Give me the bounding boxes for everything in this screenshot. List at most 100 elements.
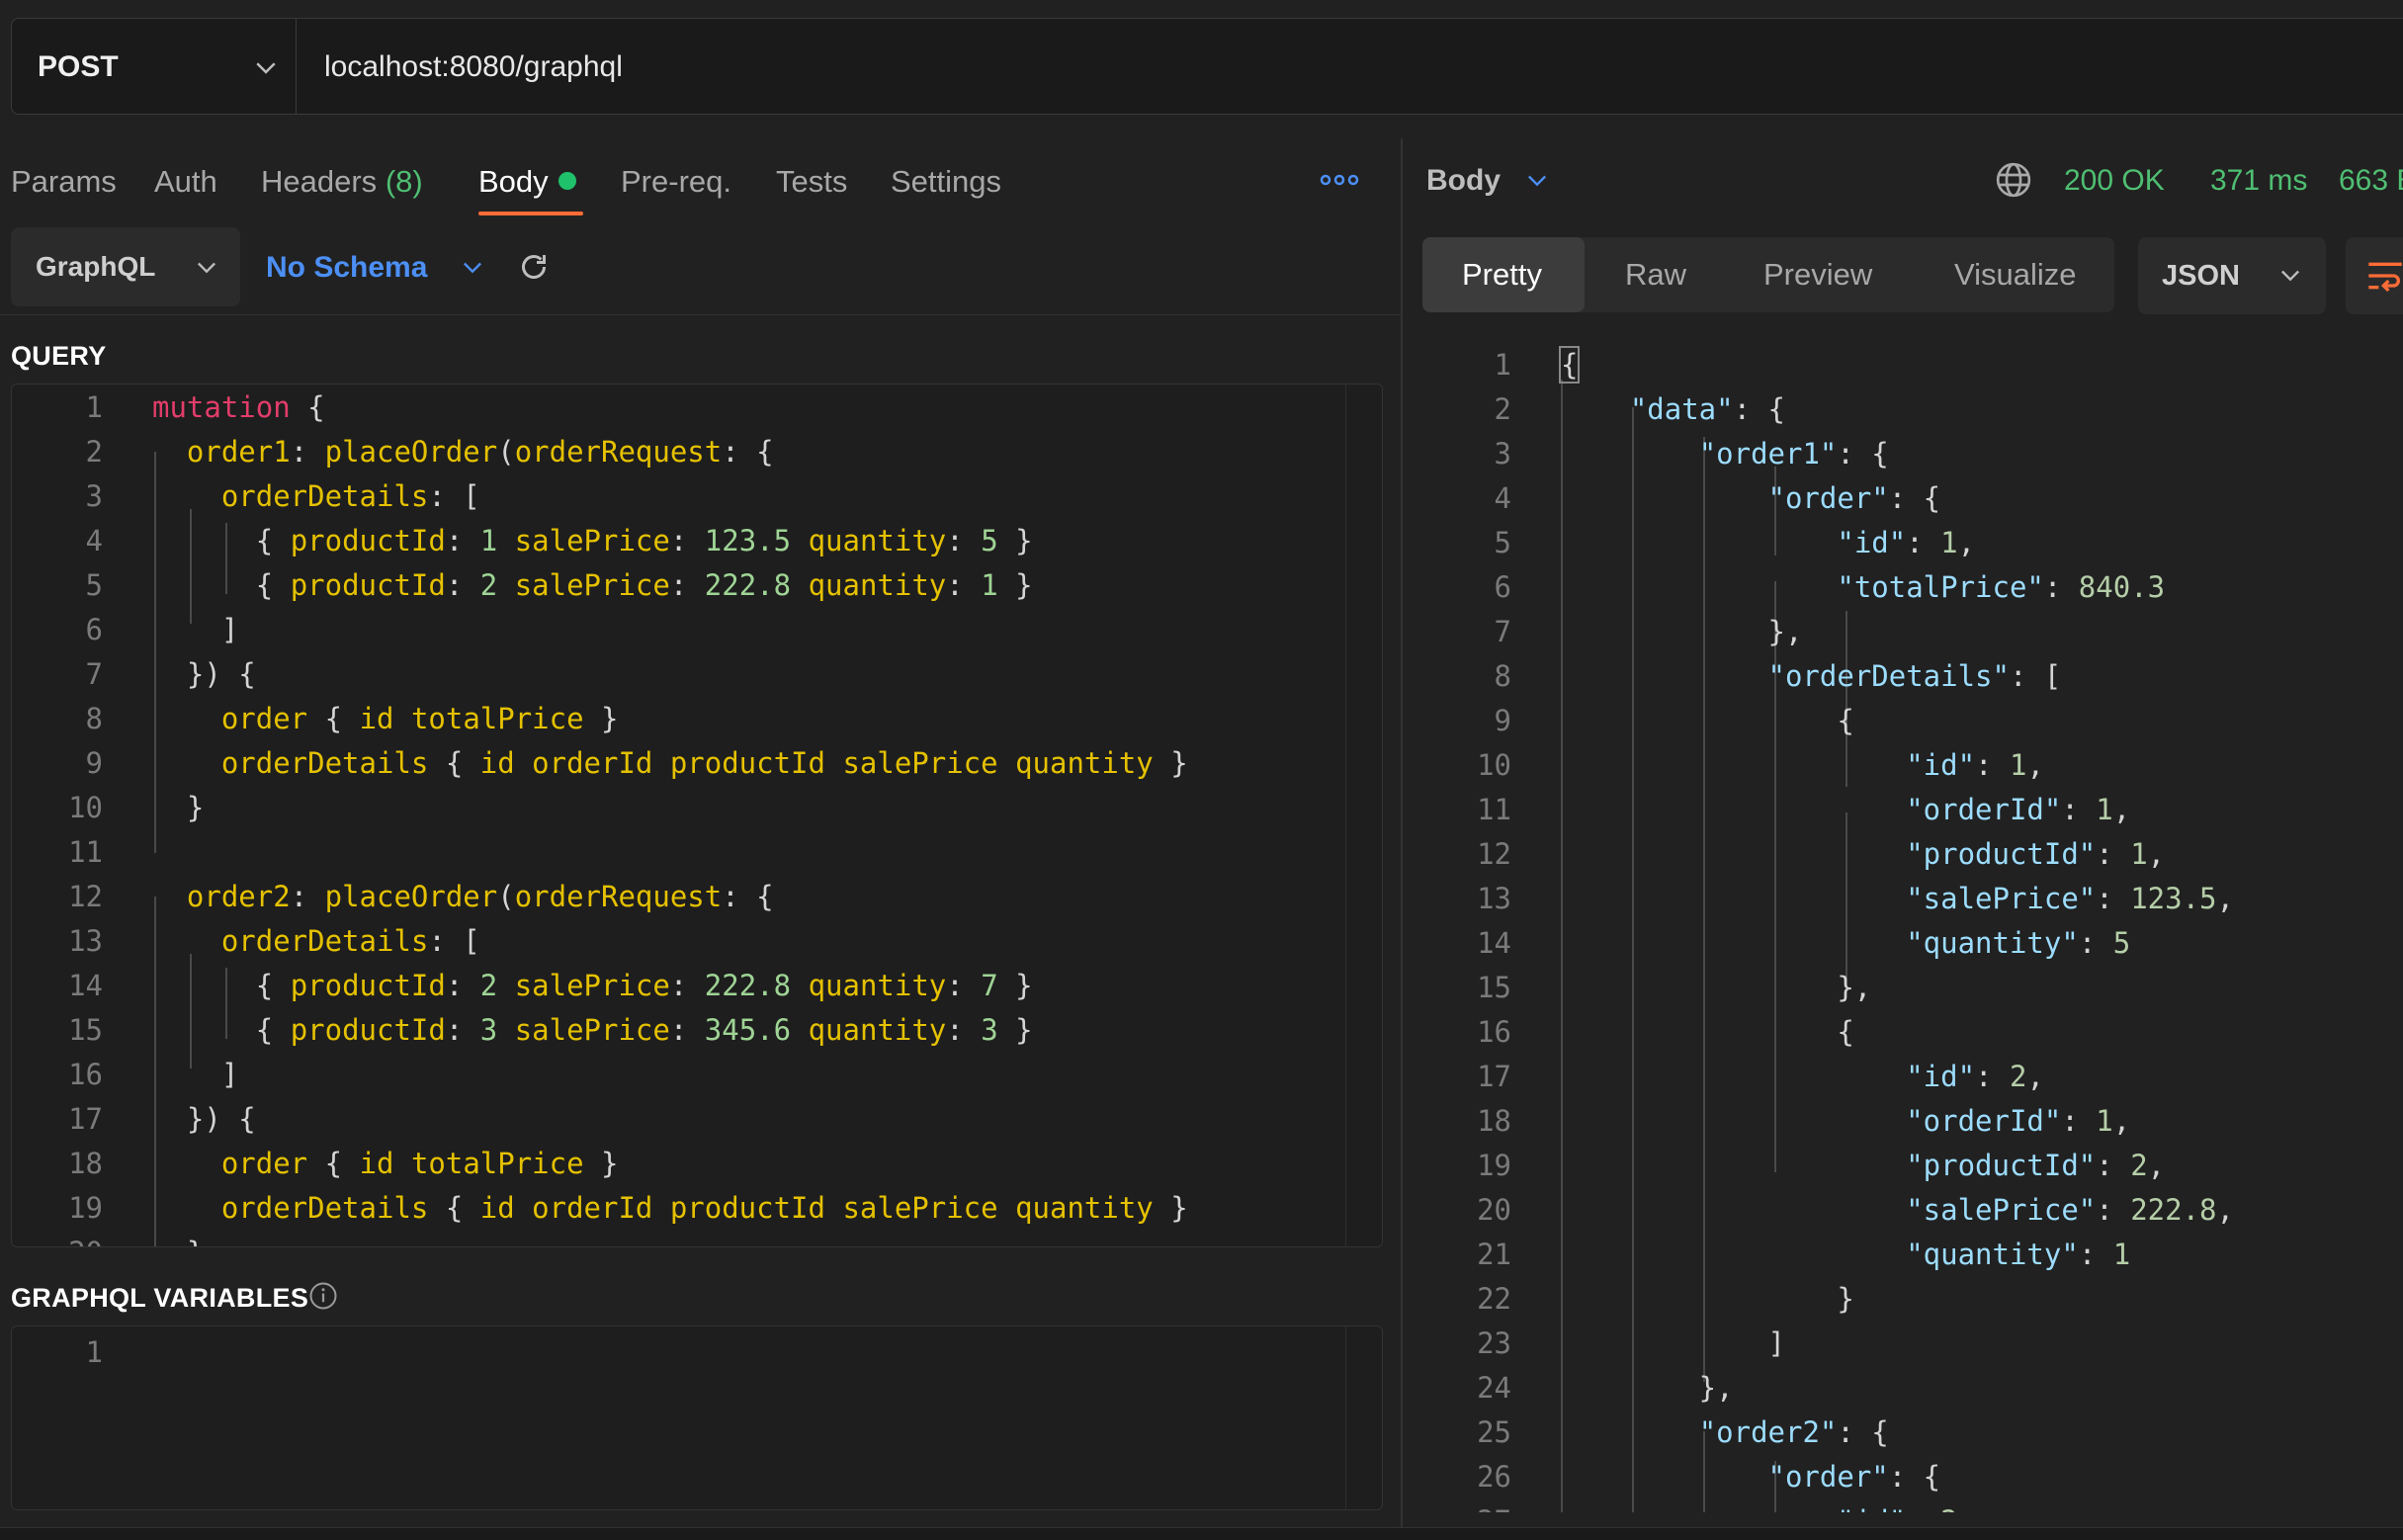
line-number: 19 [1477, 1149, 1511, 1182]
line-number: 7 [85, 657, 103, 691]
code-line: orderDetails { id orderId productId sale… [220, 746, 1188, 780]
tab-pretty[interactable]: Pretty [1462, 257, 1542, 293]
json-line: "id": 1, [1906, 748, 2044, 782]
line-number: 2 [1494, 392, 1511, 426]
tab-body[interactable]: Body [478, 164, 576, 200]
chevron-down-icon [198, 262, 215, 274]
code-line: }) { [186, 657, 256, 691]
variables-editor-scrollbar[interactable] [1345, 1326, 1382, 1509]
body-mode-select[interactable]: GraphQL [11, 227, 240, 306]
line-number: 27 [1403, 1504, 1511, 1512]
json-line: "quantity": 1 [1906, 1238, 2131, 1271]
query-editor-scrollbar[interactable] [1345, 385, 1382, 1246]
wrap-lines-button[interactable] [2346, 237, 2403, 314]
tab-preview[interactable]: Preview [1763, 257, 1872, 293]
chevron-down-icon[interactable] [1523, 166, 1551, 194]
code-line: { productId: 1 salePrice: 123.5 quantity… [255, 524, 1033, 557]
code-line: { productId: 2 salePrice: 222.8 quantity… [255, 568, 1033, 602]
url-box: POST localhost:8080/graphql [11, 18, 2403, 115]
line-number: 3 [85, 479, 103, 513]
json-line: "orderId": 1, [1906, 1104, 2131, 1138]
tab-headers[interactable]: Headers (8) [261, 164, 423, 200]
json-line: "order": { [1767, 1460, 1941, 1494]
tab-auth[interactable]: Auth [154, 164, 217, 200]
code-line: mutation { [152, 390, 325, 424]
tab-settings[interactable]: Settings [891, 164, 1001, 200]
line-number: 12 [1477, 837, 1511, 871]
json-line: "productId": 2, [1906, 1149, 2166, 1182]
wrap-lines-icon [2368, 262, 2402, 293]
variables-editor[interactable]: 1 [11, 1326, 1383, 1510]
info-icon[interactable] [308, 1281, 338, 1311]
query-editor[interactable]: 1 2 3 4 5 6 7 8 9 10 11 12 13 14 15 16 1… [11, 384, 1383, 1247]
request-bar: POST localhost:8080/graphql [0, 0, 2403, 130]
line-number: 17 [68, 1102, 103, 1136]
line-number: 22 [1477, 1282, 1511, 1316]
json-line: }, [1561, 971, 1872, 1004]
request-tabs: Params Auth Headers (8) Body Pre-req. Te… [0, 138, 1401, 217]
line-number: 18 [1477, 1104, 1511, 1138]
tab-params[interactable]: Params [11, 164, 117, 200]
chevron-down-icon[interactable] [459, 253, 486, 281]
code-line: ] [220, 1058, 239, 1091]
response-view-select[interactable]: Body [1426, 164, 1501, 198]
line-number: 24 [1477, 1371, 1511, 1405]
response-language-select[interactable]: JSON [2138, 237, 2326, 314]
code-line: orderDetails: [ [220, 924, 480, 958]
schema-select[interactable]: No Schema [266, 251, 427, 285]
more-options-icon[interactable] [1320, 170, 1359, 190]
line-number: 26 [1477, 1460, 1511, 1494]
code-line: } [152, 1236, 204, 1246]
json-line: "id": 1, [1837, 526, 1976, 559]
active-tab-underline [478, 212, 583, 215]
url-input[interactable]: localhost:8080/graphql [324, 50, 623, 84]
globe-icon[interactable] [1994, 160, 2033, 200]
json-line: "productId": 1, [1906, 837, 2166, 871]
line-number: 18 [68, 1147, 103, 1180]
json-line: ] [1561, 1326, 1785, 1360]
line-number: 1 [85, 1335, 103, 1369]
tab-tests[interactable]: Tests [776, 164, 847, 200]
line-number: 19 [68, 1191, 103, 1225]
variables-section-title: GRAPHQL VARIABLES [11, 1283, 309, 1313]
line-number: 1 [85, 390, 103, 424]
line-number: 23 [1477, 1326, 1511, 1360]
line-number: 9 [85, 746, 103, 780]
chevron-down-icon [2281, 270, 2299, 282]
response-size[interactable]: 663 B [2339, 164, 2403, 198]
code-line: orderDetails { id orderId productId sale… [220, 1191, 1188, 1225]
code-line: }) { [186, 1102, 256, 1136]
json-line: "id": 2, [1906, 1060, 2044, 1093]
response-body-viewer[interactable]: 1 2 3 4 5 6 7 8 9 10 11 12 13 14 15 16 1… [1403, 336, 2403, 1512]
tab-raw[interactable]: Raw [1625, 257, 1686, 293]
line-number: 20 [12, 1236, 103, 1246]
response-language-label: JSON [2162, 260, 2240, 292]
method-select[interactable]: POST [12, 19, 297, 114]
line-number: 21 [1477, 1238, 1511, 1271]
line-number: 11 [68, 835, 103, 869]
json-line: }, [1561, 615, 1803, 648]
refresh-icon[interactable] [516, 249, 552, 285]
json-line: "quantity": 5 [1906, 926, 2131, 960]
json-line: } [1561, 1282, 1854, 1316]
json-line: "salePrice": 123.5, [1906, 882, 2234, 915]
json-line: "order2": { [1698, 1415, 1889, 1449]
json-line: { [1561, 704, 1854, 737]
response-time[interactable]: 371 ms [2210, 164, 2307, 198]
json-line: }, [1561, 1371, 1734, 1405]
line-number: 6 [85, 613, 103, 646]
code-line: order1: placeOrder(orderRequest: { [186, 435, 774, 469]
json-line: "orderId": 1, [1906, 793, 2131, 826]
headers-count-badge: (8) [385, 164, 423, 199]
line-number: 10 [1477, 748, 1511, 782]
line-number: 4 [85, 524, 103, 557]
line-number: 9 [1494, 704, 1511, 737]
line-number: 8 [85, 702, 103, 735]
body-indicator-dot [558, 172, 576, 190]
tab-prereq[interactable]: Pre-req. [621, 164, 731, 200]
json-line: "totalPrice": 840.3 [1837, 570, 2166, 604]
tab-visualize[interactable]: Visualize [1954, 257, 2077, 293]
status-code[interactable]: 200 OK [2064, 164, 2165, 198]
line-number: 14 [68, 969, 103, 1002]
